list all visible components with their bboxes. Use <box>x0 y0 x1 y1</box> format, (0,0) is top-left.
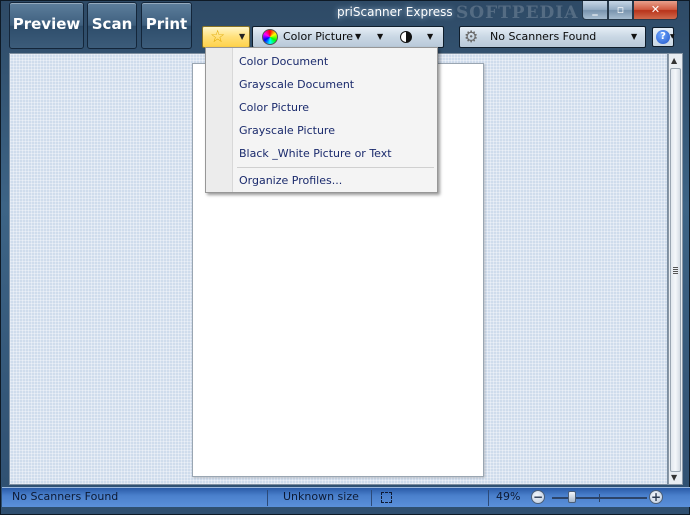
menu-item-grayscale-picture[interactable]: Grayscale Picture <box>239 124 335 137</box>
menu-gutter <box>206 48 233 192</box>
star-icon: ☆ <box>210 27 226 47</box>
profile-selector[interactable]: Color Picture ▼ ▼ ▼ <box>252 26 444 48</box>
gear-icon[interactable]: ⚙ <box>464 27 478 47</box>
profile-menu: Color Document Grayscale Document Color … <box>205 47 438 193</box>
zoom-in-icon[interactable]: + <box>649 490 663 504</box>
help-button[interactable]: ? ▼ <box>652 27 675 47</box>
preview-button[interactable]: Preview <box>9 2 84 49</box>
scroll-up-icon[interactable]: ▲ <box>671 56 677 65</box>
favorites-button[interactable]: ☆ ▼ <box>202 26 250 48</box>
status-bar: No Scanners Found Unknown size 49% − + <box>2 487 690 507</box>
grip-icon <box>673 267 678 275</box>
zoom-out-icon[interactable]: − <box>531 490 545 504</box>
contrast-icon[interactable] <box>400 31 412 43</box>
close-button[interactable]: ✕ <box>633 1 678 20</box>
status-divider <box>371 490 372 506</box>
minimize-button[interactable]: _ <box>582 1 608 20</box>
menu-item-black-white[interactable]: Black _White Picture or Text <box>239 147 392 160</box>
scanner-label: No Scanners Found <box>490 30 597 43</box>
menu-item-grayscale-document[interactable]: Grayscale Document <box>239 78 354 91</box>
chevron-down-icon: ▼ <box>239 32 246 41</box>
app-window: SOFTPEDIA priScanner Express _ ▫ ✕ Previ… <box>0 0 690 515</box>
maximize-icon: ▫ <box>616 3 625 16</box>
crop-icon[interactable] <box>381 492 392 503</box>
window-controls: _ ▫ ✕ <box>582 1 678 20</box>
scan-button[interactable]: Scan <box>87 2 137 49</box>
status-divider <box>488 490 489 506</box>
watermark: SOFTPEDIA <box>456 3 579 23</box>
profile-label: Color Picture <box>283 30 354 43</box>
maximize-button[interactable]: ▫ <box>608 1 633 20</box>
window-title: priScanner Express <box>337 5 453 19</box>
chevron-down-icon[interactable]: ▼ <box>355 32 361 41</box>
menu-separator <box>237 167 434 168</box>
size-status: Unknown size <box>283 490 359 503</box>
scanner-status: No Scanners Found <box>12 490 119 503</box>
close-icon: ✕ <box>650 3 661 16</box>
menu-item-organize-profiles[interactable]: Organize Profiles... <box>239 174 342 187</box>
scrollbar-thumb[interactable] <box>670 68 681 472</box>
print-button[interactable]: Print <box>141 2 192 49</box>
menu-item-color-document[interactable]: Color Document <box>239 55 328 68</box>
vertical-scrollbar[interactable]: ▲ ▼ <box>668 53 683 485</box>
chevron-down-icon: ▼ <box>670 33 675 40</box>
zoom-slider-thumb[interactable] <box>568 491 576 503</box>
help-icon: ? <box>656 30 670 44</box>
zoom-level: 49% <box>496 490 521 503</box>
status-divider <box>267 490 268 506</box>
zoom-center-tick <box>599 494 600 502</box>
color-wheel-icon <box>262 29 278 45</box>
minimize-icon: _ <box>592 3 598 16</box>
scanner-selector[interactable]: ⚙ No Scanners Found ▼ <box>459 26 646 48</box>
chevron-down-icon[interactable]: ▼ <box>427 32 433 41</box>
scroll-down-icon[interactable]: ▼ <box>671 473 677 482</box>
chevron-down-icon[interactable]: ▼ <box>377 32 383 41</box>
menu-item-color-picture[interactable]: Color Picture <box>239 101 309 114</box>
chevron-down-icon: ▼ <box>631 32 638 41</box>
